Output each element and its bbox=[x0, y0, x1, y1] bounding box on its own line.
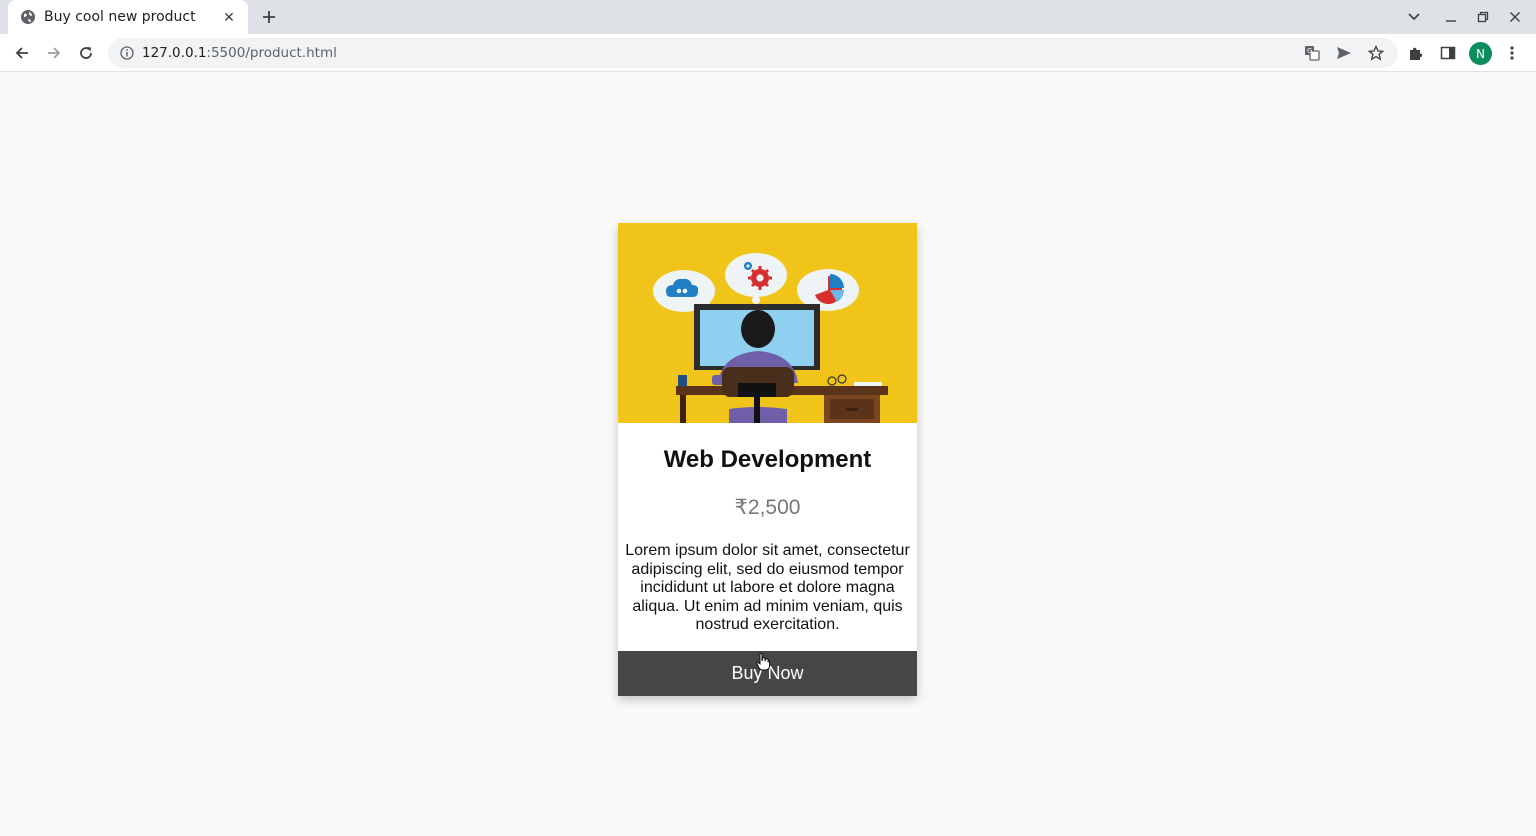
url-host: 127.0.0.1 bbox=[142, 45, 207, 61]
tab-search-chevron-icon[interactable] bbox=[1403, 7, 1425, 27]
side-panel-icon[interactable] bbox=[1436, 42, 1460, 64]
reload-icon[interactable] bbox=[74, 42, 98, 64]
product-title: Web Development bbox=[663, 446, 872, 473]
forward-arrow-icon[interactable] bbox=[42, 42, 66, 64]
bookmark-star-icon[interactable] bbox=[1364, 42, 1388, 64]
minimize-icon[interactable] bbox=[1440, 7, 1462, 27]
translate-icon[interactable]: G bbox=[1300, 42, 1324, 64]
more-menu-icon[interactable] bbox=[1500, 42, 1524, 64]
url-path: :5500/product.html bbox=[206, 45, 337, 61]
send-tab-icon[interactable] bbox=[1332, 42, 1356, 64]
window-close-icon[interactable] bbox=[1504, 7, 1526, 27]
profile-avatar[interactable]: N bbox=[1469, 42, 1492, 65]
svg-text:G: G bbox=[1307, 47, 1312, 55]
page-viewport: Web Development ₹2,500 Lorem ipsum dolor… bbox=[0, 73, 1536, 836]
tab-title: Buy cool new product bbox=[44, 9, 196, 25]
browser-toolbar: 127.0.0.1:5500/product.html G N bbox=[0, 34, 1536, 72]
back-arrow-icon[interactable] bbox=[10, 42, 34, 64]
restore-icon[interactable] bbox=[1472, 7, 1494, 27]
browser-tab-strip: Buy cool new product ✕ bbox=[0, 0, 1536, 34]
developer-at-desk-illustration bbox=[618, 223, 917, 423]
product-card: Web Development ₹2,500 Lorem ipsum dolor… bbox=[618, 223, 917, 696]
extensions-puzzle-icon[interactable] bbox=[1404, 42, 1428, 64]
close-icon[interactable]: ✕ bbox=[220, 8, 238, 26]
site-info-icon[interactable] bbox=[120, 46, 134, 60]
new-tab-plus-icon[interactable] bbox=[258, 6, 280, 28]
address-bar[interactable]: 127.0.0.1:5500/product.html bbox=[108, 38, 1398, 68]
product-description: Lorem ipsum dolor sit amet, consectetur … bbox=[625, 542, 910, 633]
buy-now-button[interactable]: Buy Now bbox=[618, 651, 917, 696]
product-price: ₹2,500 bbox=[734, 496, 801, 519]
browser-tab[interactable]: Buy cool new product ✕ bbox=[8, 0, 248, 34]
globe-icon bbox=[20, 9, 36, 25]
